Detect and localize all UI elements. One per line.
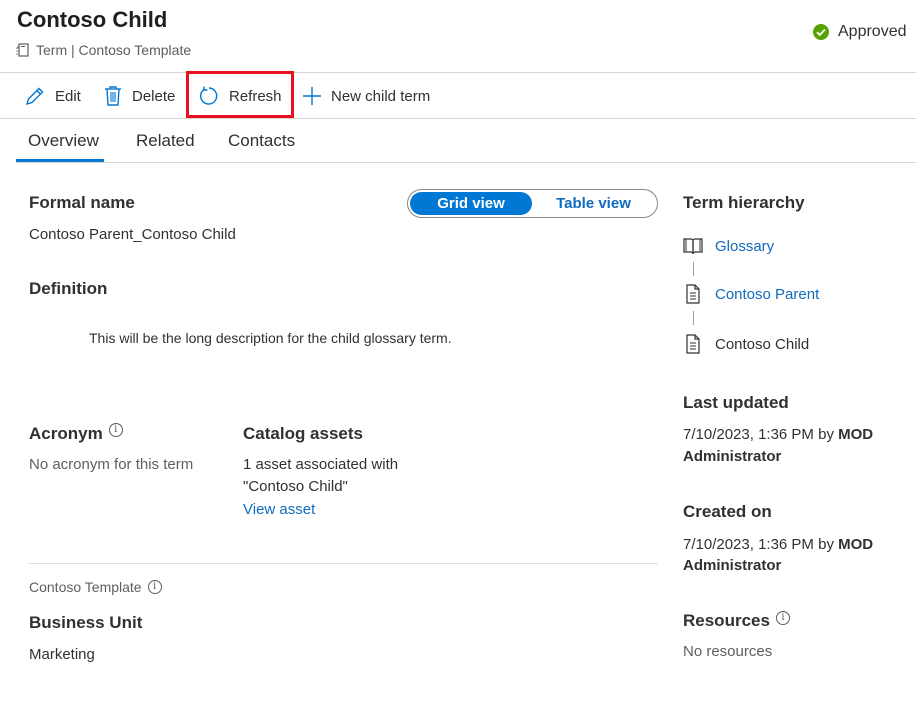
document-icon — [686, 284, 700, 304]
hierarchy-item-current: Contoso Child — [683, 334, 809, 354]
page-title: Contoso Child — [17, 7, 168, 32]
pencil-icon — [25, 87, 44, 106]
delete-label: Delete — [132, 87, 176, 105]
resources-heading: Resources i — [683, 611, 790, 631]
tab-related[interactable]: Related — [136, 131, 195, 151]
delete-button[interactable]: Delete — [103, 74, 175, 118]
book-icon — [683, 238, 703, 255]
formal-name-label: Formal name — [29, 193, 135, 212]
created-by: MOD — [838, 536, 874, 553]
trash-icon — [105, 86, 121, 106]
hierarchy-connector — [693, 311, 694, 325]
new-child-term-label: New child term — [331, 87, 431, 105]
created-on-label: Created on — [683, 502, 772, 521]
status-badge: Approved — [812, 23, 907, 41]
grid-view-option[interactable]: Grid view — [410, 192, 532, 215]
template-name: Contoso Template — [29, 579, 142, 595]
created-on-line1: 7/10/2023, 1:36 PM by MOD — [683, 536, 873, 553]
document-icon — [686, 334, 700, 354]
hierarchy-link-glossary[interactable]: Glossary — [715, 238, 774, 255]
term-subtitle: Term | Contoso Template — [16, 42, 191, 58]
hierarchy-item-glossary: Glossary — [683, 236, 774, 256]
view-toggle: Grid view Table view — [407, 189, 658, 218]
last-updated-by-name: Administrator — [683, 448, 782, 465]
info-icon[interactable]: i — [775, 611, 790, 625]
formal-name-value: Contoso Parent_Contoso Child — [29, 226, 236, 243]
plus-icon — [303, 87, 321, 105]
template-heading: Contoso Template i — [29, 579, 162, 595]
header-divider — [0, 72, 916, 73]
acronym-heading: Acronym i — [29, 423, 123, 444]
acronym-label: Acronym — [29, 424, 103, 443]
business-unit-label: Business Unit — [29, 613, 143, 632]
last-updated-by: MOD — [838, 426, 874, 443]
definition-label: Definition — [29, 279, 108, 298]
term-icon — [16, 43, 29, 57]
catalog-assets-label: Catalog assets — [243, 424, 363, 443]
business-unit-value: Marketing — [29, 646, 95, 663]
info-icon[interactable]: i — [147, 580, 162, 594]
table-view-option[interactable]: Table view — [532, 192, 655, 215]
last-updated-line1: 7/10/2023, 1:36 PM by MOD — [683, 426, 873, 443]
toolbar-divider — [0, 118, 916, 119]
tabs-divider — [16, 162, 916, 163]
status-text: Approved — [838, 23, 907, 40]
edit-label: Edit — [55, 87, 81, 105]
hierarchy-connector — [693, 262, 694, 276]
refresh-highlight-box — [186, 71, 294, 118]
edit-button[interactable]: Edit — [24, 74, 81, 118]
command-bar: Edit Delete Refresh New child term — [0, 74, 916, 118]
tab-contacts[interactable]: Contacts — [228, 131, 295, 151]
section-divider — [29, 563, 658, 564]
info-icon[interactable]: i — [108, 423, 123, 437]
created-by-name: Administrator — [683, 557, 782, 574]
resources-label: Resources — [683, 611, 770, 630]
term-hierarchy-label: Term hierarchy — [683, 193, 805, 212]
catalog-assets-line1: 1 asset associated with — [243, 456, 399, 473]
hierarchy-link-parent[interactable]: Contoso Parent — [715, 286, 819, 303]
created-on-date: 7/10/2023, 1:36 PM by — [683, 536, 834, 553]
acronym-value: No acronym for this term — [29, 456, 194, 473]
tab-overview[interactable]: Overview — [28, 131, 99, 151]
subtitle-text: Term | Contoso Template — [36, 42, 192, 58]
last-updated-label: Last updated — [683, 393, 789, 412]
resources-value: No resources — [683, 643, 773, 660]
last-updated-date: 7/10/2023, 1:36 PM by — [683, 426, 834, 443]
new-child-term-button[interactable]: New child term — [302, 74, 430, 118]
catalog-assets-line2: "Contoso Child" — [243, 478, 348, 495]
hierarchy-current-term: Contoso Child — [715, 335, 810, 353]
hierarchy-item-parent: Contoso Parent — [683, 284, 819, 304]
check-circle-icon — [813, 24, 829, 40]
view-asset-link[interactable]: View asset — [243, 501, 315, 518]
definition-value: This will be the long description for th… — [89, 330, 452, 346]
